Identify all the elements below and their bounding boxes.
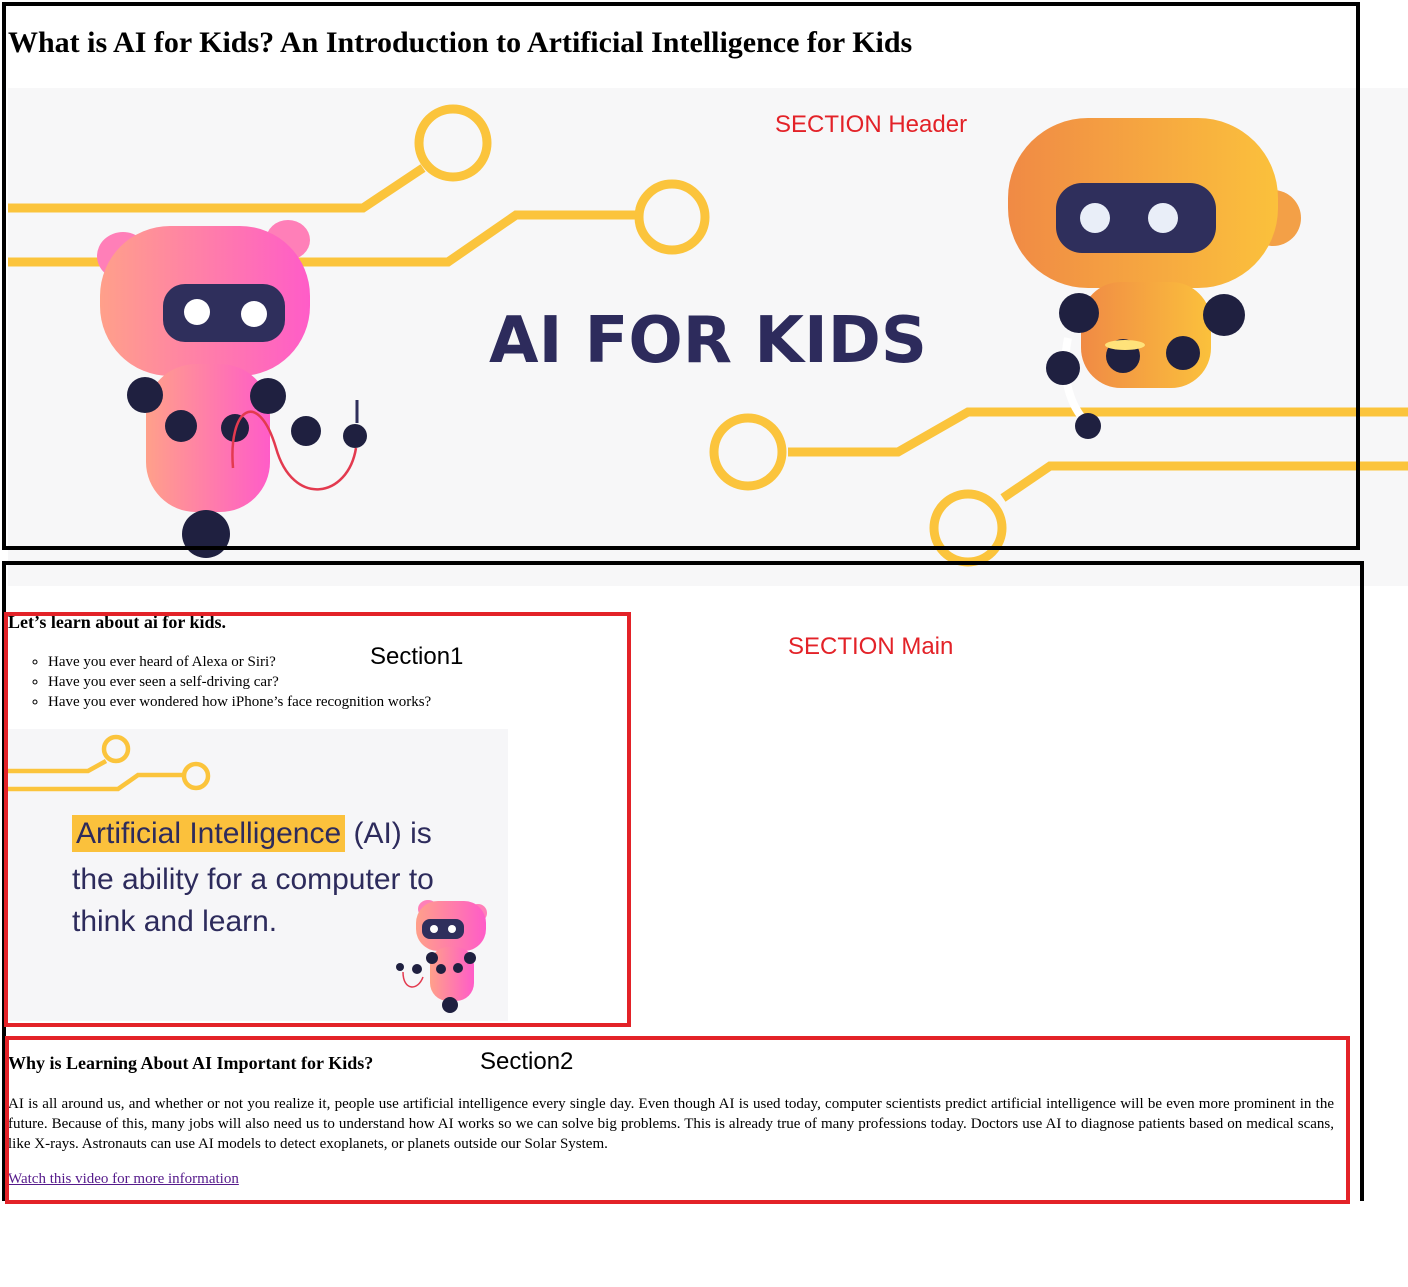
header-section-label: SECTION Header — [775, 111, 968, 138]
section2-heading: Why is Learning About AI Important for K… — [8, 1053, 374, 1073]
main-section-label: SECTION Main — [788, 633, 954, 660]
list-item: Have you ever wondered how iPhone’s face… — [48, 692, 431, 712]
banner-illustration: AI FOR KIDS — [8, 104, 1408, 567]
definition-line-3: think and learn. — [72, 905, 278, 938]
list-item: Have you ever seen a self-driving car? — [48, 672, 431, 692]
small-pink-robot-illustration — [396, 900, 487, 1013]
section1-label: Section1 — [370, 643, 464, 670]
banner-title-text: AI FOR KIDS — [489, 304, 927, 378]
header-banner-image: AI FOR KIDS — [8, 88, 1408, 586]
question-list: Have you ever heard of Alexa or Siri? Ha… — [8, 652, 431, 712]
definition-line-1-rest: (AI) is — [345, 817, 432, 850]
ai-definition-image: Artificial Intelligence (AI) is the abil… — [8, 729, 508, 1021]
definition-highlight: Artificial Intelligence — [72, 815, 346, 852]
section2-label: Section2 — [480, 1048, 574, 1075]
video-link[interactable]: Watch this video for more information — [8, 1171, 239, 1188]
definition-line-2: the ability for a computer to — [72, 863, 434, 896]
orange-robot-illustration — [1008, 118, 1301, 439]
section1-heading: Let’s learn about ai for kids. — [8, 612, 227, 632]
definition-line-1: Artificial Intelligence (AI) is — [72, 815, 432, 852]
section2-paragraph: AI is all around us, and whether or not … — [8, 1096, 1334, 1152]
info-card-circuit-lines — [8, 734, 211, 792]
page-title: What is AI for Kids? An Introduction to … — [8, 26, 913, 59]
pink-robot-illustration — [97, 220, 367, 558]
